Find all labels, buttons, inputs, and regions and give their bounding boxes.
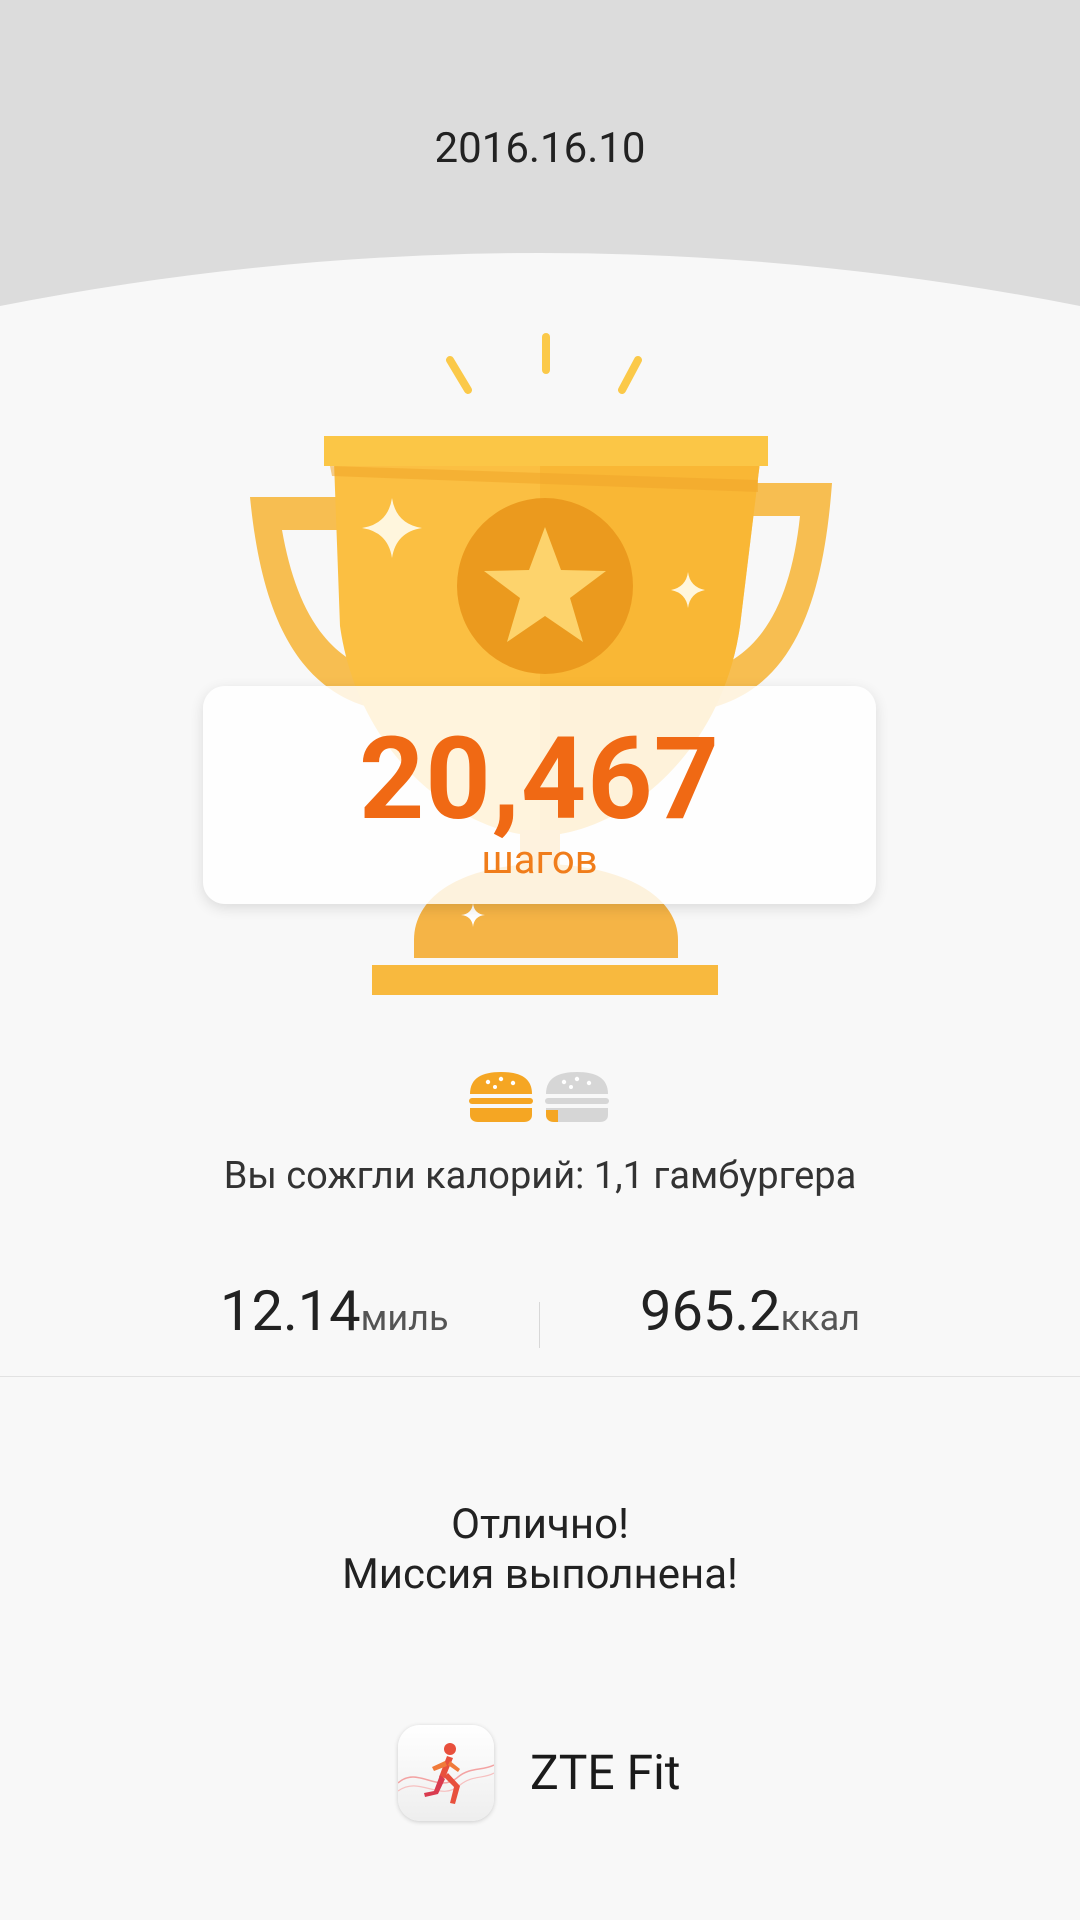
steps-card: 20,467 шагов: [203, 686, 876, 904]
burger-icons: [469, 1072, 609, 1122]
steps-count: 20,467: [358, 712, 721, 846]
steps-unit: шагов: [481, 836, 598, 883]
message-line-2: Миссия выполнена!: [342, 1550, 738, 1599]
distance-value: 12.14: [220, 1278, 361, 1344]
distance-unit: миль: [360, 1297, 449, 1339]
burger-full-icon: [469, 1072, 533, 1122]
app-icon: [398, 1725, 494, 1821]
burger-partial-icon: [545, 1072, 609, 1122]
trophy-rays: [446, 333, 642, 394]
trophy-icon: [250, 333, 832, 995]
calories-stat: 965.2ккал: [640, 1278, 860, 1344]
distance-stat: 12.14миль: [220, 1278, 449, 1344]
running-person-icon: [398, 1725, 494, 1821]
app-name: ZTE Fit: [530, 1744, 681, 1801]
calories-value: 965.2: [640, 1278, 781, 1344]
section-divider: [0, 1376, 1080, 1377]
stats-divider: [539, 1302, 540, 1348]
mission-message: Отлично! Миссия выполнена!: [0, 1500, 1080, 1600]
calories-burned-text: Вы сожгли калорий: 1,1 гамбургера: [223, 1154, 857, 1198]
message-line-1: Отлично!: [451, 1500, 629, 1549]
calories-unit: ккал: [780, 1297, 860, 1339]
